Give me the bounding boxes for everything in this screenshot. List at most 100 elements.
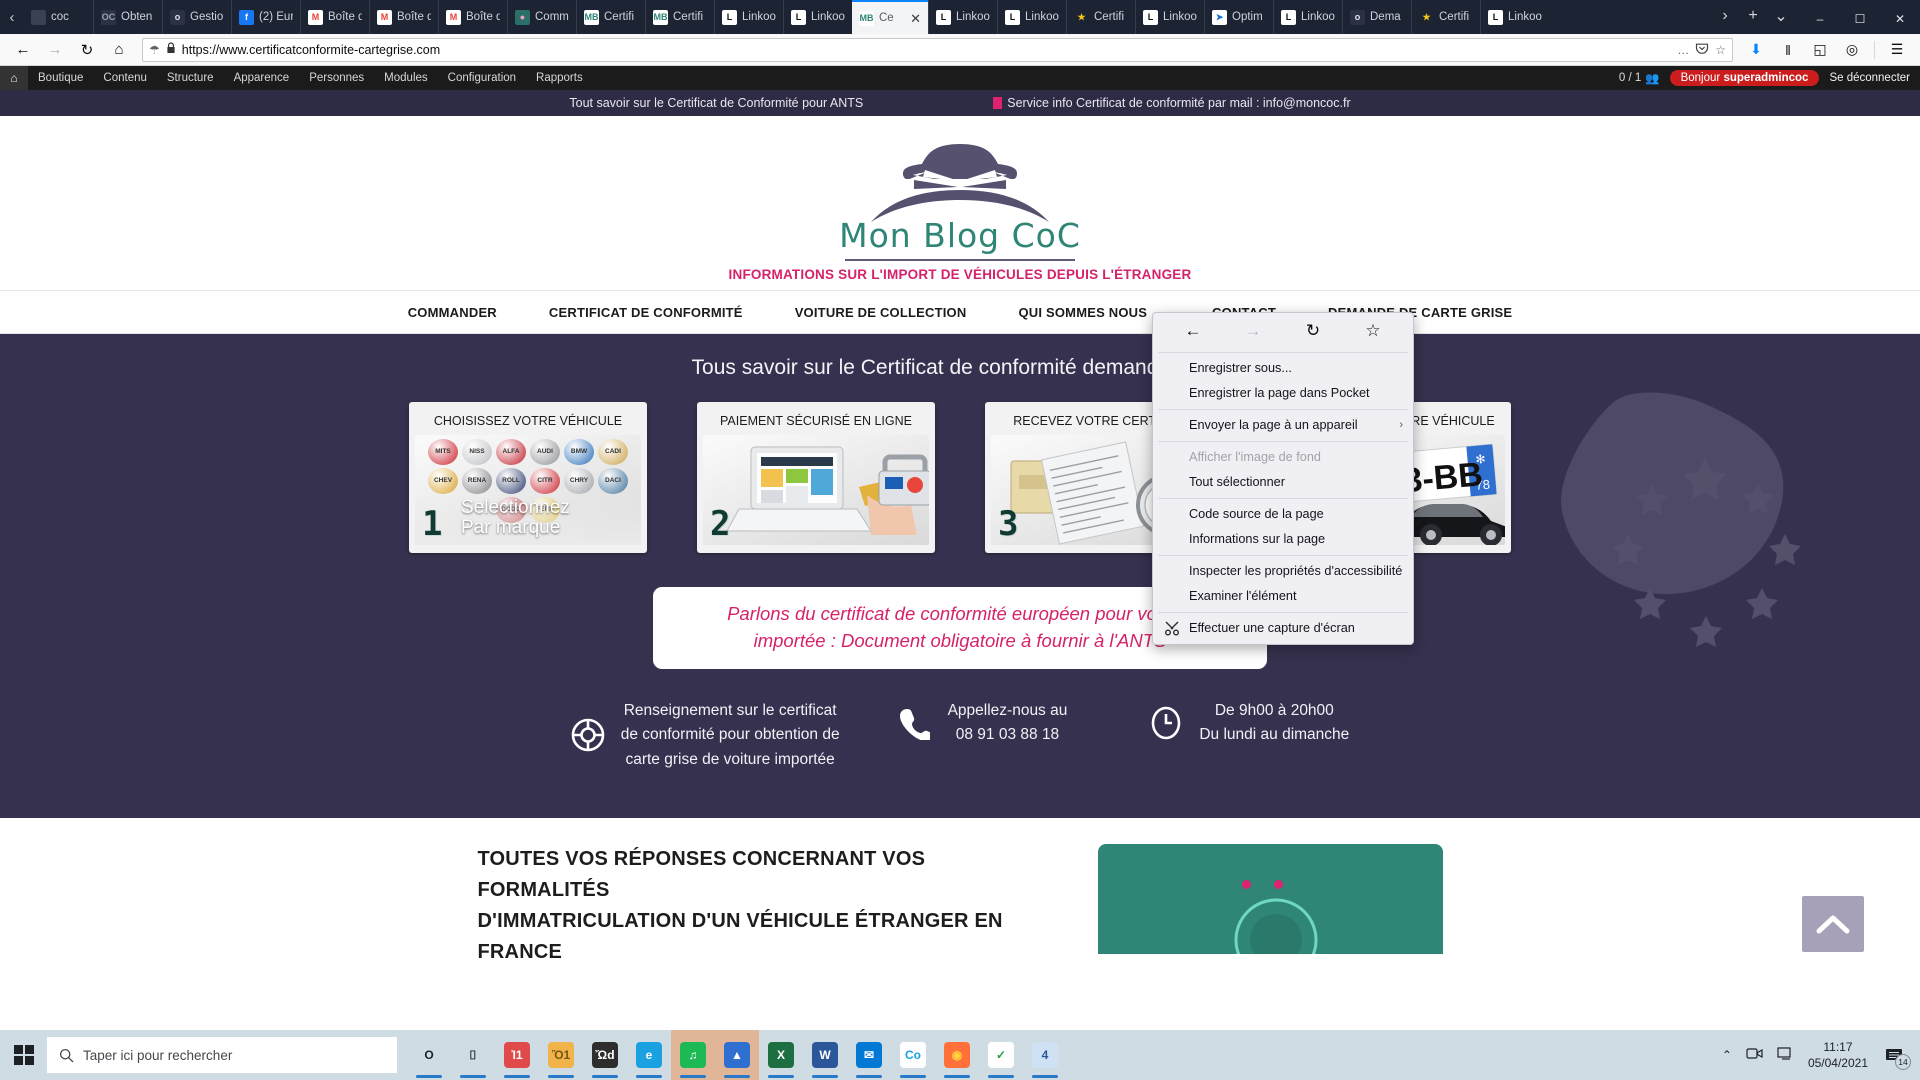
context-menu-reload-button[interactable]: ↻ <box>1298 320 1328 342</box>
downloads-icon[interactable]: ⬇ <box>1741 36 1771 64</box>
browser-tab[interactable]: L Linkoo <box>928 0 997 34</box>
account-icon[interactable]: ◎ <box>1837 36 1867 64</box>
taskbar-firefox-button[interactable]: ◉ <box>935 1030 979 1080</box>
topbar-mail-info[interactable]: Service info Certificat de conformité pa… <box>993 96 1350 110</box>
context-menu-item[interactable]: Tout sélectionner <box>1153 470 1413 495</box>
browser-tab[interactable]: MB Ce ✕ <box>852 0 928 34</box>
admin-menu-item[interactable]: Apparence <box>224 66 300 90</box>
browser-tab[interactable]: ᴏ Gestio <box>162 0 231 34</box>
taskbar-file-explorer-button[interactable]: Ὄ1 <box>539 1030 583 1080</box>
admin-menu-item[interactable]: Contenu <box>93 66 156 90</box>
browser-tab[interactable]: ● Comm <box>507 0 576 34</box>
start-button[interactable] <box>0 1030 47 1080</box>
context-menu-item[interactable]: Enregistrer la page dans Pocket <box>1153 381 1413 406</box>
clock[interactable]: 11:17 05/04/2021 <box>1808 1039 1868 1071</box>
admin-home-icon[interactable]: ⌂ <box>0 66 28 90</box>
tab-close-icon[interactable]: ✕ <box>910 12 921 25</box>
tray-expand-icon[interactable]: ⌃ <box>1722 1048 1732 1062</box>
scroll-tabs-right-button[interactable]: › <box>1712 3 1738 29</box>
admin-menu-item[interactable]: Configuration <box>438 66 526 90</box>
admin-menu-item[interactable]: Rapports <box>526 66 593 90</box>
window-minimize-button[interactable]: – <box>1800 4 1840 34</box>
context-menu-item[interactable]: Code source de la page <box>1153 502 1413 527</box>
taskbar-contacts-button[interactable]: ὆4 <box>1023 1030 1067 1080</box>
taskbar-nordvpn-button[interactable]: ▲ <box>715 1030 759 1080</box>
site-nav-item[interactable]: VOITURE DE COLLECTION <box>769 305 993 320</box>
taskbar-notepad-green-button[interactable]: ✓ <box>979 1030 1023 1080</box>
browser-tab[interactable]: L Linkoo <box>1480 0 1549 34</box>
browser-tab[interactable]: ➤ Optim <box>1204 0 1273 34</box>
taskbar-search-box[interactable]: Taper ici pour rechercher <box>47 1037 397 1073</box>
library-icon[interactable]: ‖ <box>1773 36 1803 64</box>
reload-button[interactable]: ↻ <box>72 36 102 64</box>
taskbar-task-view-button[interactable]: ⌷ <box>451 1030 495 1080</box>
taskbar-word-button[interactable]: W <box>803 1030 847 1080</box>
tracking-protection-shield-icon[interactable]: ☂ <box>149 43 160 57</box>
browser-tab[interactable]: M Boîte d <box>438 0 507 34</box>
window-maximize-button[interactable]: ☐ <box>1840 4 1880 34</box>
process-step-card[interactable]: CHOISISSEZ VOTRE VÉHICULE MITS NISS ALFA AUD… <box>409 402 647 553</box>
page-actions-icon[interactable]: … <box>1677 43 1689 57</box>
admin-menu-item[interactable]: Personnes <box>299 66 374 90</box>
bookmark-star-icon[interactable]: ☆ <box>1715 43 1726 57</box>
app-menu-button[interactable]: ☰ <box>1882 36 1912 64</box>
window-close-button[interactable]: ✕ <box>1880 4 1920 34</box>
taskbar-microsoft-edge-button[interactable]: e <box>627 1030 671 1080</box>
scroll-tabs-left-button[interactable]: ‹ <box>0 0 24 34</box>
taskbar-cortana-button[interactable]: O <box>407 1030 451 1080</box>
browser-tab[interactable]: coc <box>24 0 93 34</box>
browser-tab[interactable]: OC Obten <box>93 0 162 34</box>
context-menu-forward-button[interactable]: → <box>1238 320 1268 342</box>
browser-tab[interactable]: L Linkoo <box>1135 0 1204 34</box>
browser-tab[interactable]: L Linkoo <box>783 0 852 34</box>
context-menu-item[interactable]: Effectuer une capture d'écran <box>1153 616 1413 641</box>
list-all-tabs-button[interactable]: ⌄ <box>1768 3 1794 29</box>
home-button[interactable]: ⌂ <box>104 36 134 64</box>
context-menu-item[interactable]: Enregistrer sous... <box>1153 356 1413 381</box>
notification-center-button[interactable]: 14 <box>1882 1042 1908 1068</box>
browser-context-menu[interactable]: ← → ↻ ☆ Enregistrer sous... Enregistrer la p… <box>1152 312 1414 645</box>
browser-tab[interactable]: L Linkoo <box>714 0 783 34</box>
taskbar-mail-button[interactable]: ✉ <box>847 1030 891 1080</box>
taskbar-spotify-button[interactable]: ♫ <box>671 1030 715 1080</box>
browser-tab[interactable]: L Linkoo <box>1273 0 1342 34</box>
browser-tab[interactable]: ★ Certifi <box>1411 0 1480 34</box>
forward-button[interactable]: → <box>40 36 70 64</box>
admin-menu-item[interactable]: Modules <box>374 66 437 90</box>
taskbar-excel-button[interactable]: X <box>759 1030 803 1080</box>
context-menu-item[interactable]: Examiner l'élément <box>1153 584 1413 609</box>
browser-tab[interactable]: MB Certifi <box>645 0 714 34</box>
context-menu-item[interactable]: Envoyer la page à un appareil › <box>1153 413 1413 438</box>
display-icon[interactable] <box>1777 1047 1794 1064</box>
browser-tab[interactable]: M Boîte d <box>300 0 369 34</box>
scroll-to-top-button[interactable] <box>1802 896 1864 952</box>
lock-icon[interactable] <box>166 42 176 57</box>
sidebar-icon[interactable]: ◱ <box>1805 36 1835 64</box>
site-nav-item[interactable]: COMMANDER <box>382 305 523 320</box>
browser-tab[interactable]: ★ Certifi <box>1066 0 1135 34</box>
browser-tab[interactable]: f (2) Eur <box>231 0 300 34</box>
url-bar[interactable]: ☂ https://www.certificatconformite-carte… <box>142 38 1733 62</box>
camera-icon[interactable] <box>1746 1047 1763 1063</box>
logout-link[interactable]: Se déconnecter <box>1829 72 1910 84</box>
browser-tab[interactable]: M Boîte d <box>369 0 438 34</box>
taskbar-cocoon-button[interactable]: Co <box>891 1030 935 1080</box>
browser-tab[interactable]: ᴏ Dema <box>1342 0 1411 34</box>
url-text[interactable]: https://www.certificatconformite-cartegr… <box>182 43 1671 57</box>
taskbar-gift-button[interactable]: Ἰ1 <box>495 1030 539 1080</box>
context-menu-back-button[interactable]: ← <box>1178 320 1208 342</box>
back-button[interactable]: ← <box>8 36 38 64</box>
taskbar-microsoft-store-button[interactable]: Ὤd <box>583 1030 627 1080</box>
user-greeting-badge[interactable]: Bonjour superadmincoc <box>1670 70 1820 86</box>
context-menu-bookmark-button[interactable]: ☆ <box>1358 320 1388 342</box>
admin-menu-item[interactable]: Structure <box>157 66 224 90</box>
site-nav-item[interactable]: CERTIFICAT DE CONFORMITÉ <box>523 305 769 320</box>
new-tab-button[interactable]: + <box>1740 3 1766 29</box>
video-thumbnail[interactable] <box>1098 844 1443 954</box>
context-menu-item[interactable]: Informations sur la page <box>1153 527 1413 552</box>
context-menu-item[interactable]: Inspecter les propriétés d'accessibilité <box>1153 559 1413 584</box>
browser-tab[interactable]: MB Certifi <box>576 0 645 34</box>
pocket-icon[interactable] <box>1695 41 1709 58</box>
browser-tab[interactable]: L Linkoo <box>997 0 1066 34</box>
process-step-card[interactable]: PAIEMENT SÉCURISÉ EN LIGNE 2 <box>697 402 935 553</box>
